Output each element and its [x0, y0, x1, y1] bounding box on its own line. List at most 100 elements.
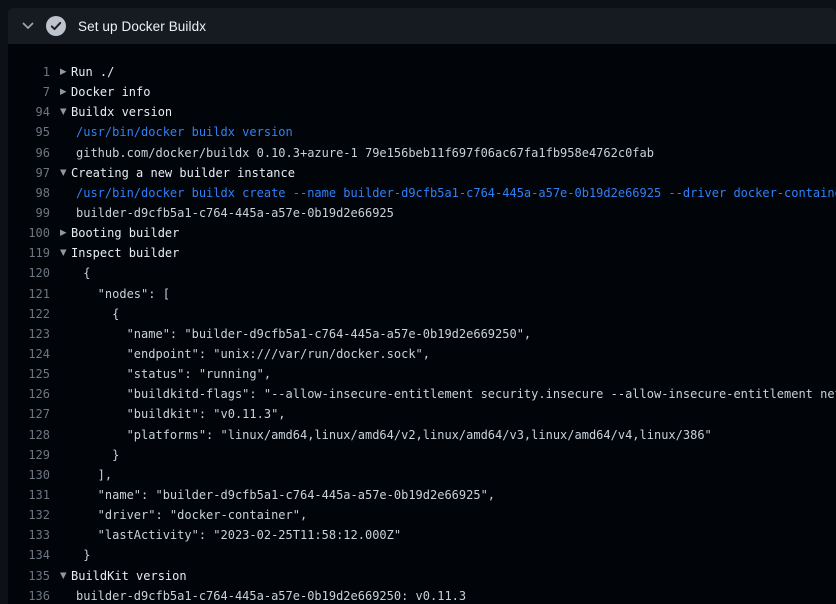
log-group-title: Buildx version	[71, 102, 836, 122]
line-number[interactable]: 127	[8, 404, 50, 424]
log-row: 120 {	[8, 263, 836, 283]
line-number[interactable]: 134	[8, 545, 50, 565]
line-number[interactable]: 126	[8, 384, 50, 404]
log-group-row[interactable]: 135 ▼ BuildKit version	[8, 566, 836, 586]
log-row: 129 }	[8, 445, 836, 465]
line-number[interactable]: 129	[8, 445, 50, 465]
step-title: Set up Docker Buildx	[78, 19, 206, 34]
caret-expanded-icon[interactable]: ▼	[60, 566, 71, 586]
caret-icon	[60, 445, 76, 465]
log-row: 125 "status": "running",	[8, 364, 836, 384]
log-group-row[interactable]: 7 ▶ Docker info	[8, 82, 836, 102]
log-group-row[interactable]: 1 ▶ Run ./	[8, 62, 836, 82]
caret-icon	[60, 344, 76, 364]
log-row: 136 builder-d9cfb5a1-c764-445a-a57e-0b19…	[8, 586, 836, 604]
log-row: 96 github.com/docker/buildx 0.10.3+azure…	[8, 143, 836, 163]
log-group-row[interactable]: 97 ▼ Creating a new builder instance	[8, 163, 836, 183]
caret-collapsed-icon[interactable]: ▶	[60, 62, 71, 82]
line-number[interactable]: 136	[8, 586, 50, 604]
line-number[interactable]: 95	[8, 122, 50, 142]
log-line-text: "status": "running",	[76, 364, 836, 384]
log-line-text: "name": "builder-d9cfb5a1-c764-445a-a57e…	[76, 485, 836, 505]
line-number[interactable]: 96	[8, 143, 50, 163]
line-number[interactable]: 97	[8, 163, 50, 183]
line-number[interactable]: 121	[8, 284, 50, 304]
line-number[interactable]: 130	[8, 465, 50, 485]
caret-icon	[60, 284, 76, 304]
caret-icon	[60, 525, 76, 545]
log-row: 126 "buildkitd-flags": "--allow-insecure…	[8, 384, 836, 404]
line-number[interactable]: 94	[8, 102, 50, 122]
log-row: 123 "name": "builder-d9cfb5a1-c764-445a-…	[8, 324, 836, 344]
caret-expanded-icon[interactable]: ▼	[60, 102, 71, 122]
line-number[interactable]: 100	[8, 223, 50, 243]
caret-icon	[60, 404, 76, 424]
log-line-text: "endpoint": "unix:///var/run/docker.sock…	[76, 344, 836, 364]
line-number[interactable]: 119	[8, 243, 50, 263]
caret-icon	[60, 183, 76, 203]
line-number[interactable]: 131	[8, 485, 50, 505]
caret-expanded-icon[interactable]: ▼	[60, 243, 71, 263]
step-container: Set up Docker Buildx 1 ▶ Run ./ 7 ▶ Dock…	[8, 8, 836, 604]
log-line-text: builder-d9cfb5a1-c764-445a-a57e-0b19d2e6…	[76, 586, 836, 604]
caret-collapsed-icon[interactable]: ▶	[60, 82, 71, 102]
line-number[interactable]: 99	[8, 203, 50, 223]
line-number[interactable]: 1	[8, 62, 50, 82]
line-number[interactable]: 133	[8, 525, 50, 545]
log-row: 122 {	[8, 304, 836, 324]
log-line-text: {	[76, 263, 836, 283]
chevron-down-icon[interactable]	[20, 18, 36, 34]
line-number[interactable]: 7	[8, 82, 50, 102]
log-row: 131 "name": "builder-d9cfb5a1-c764-445a-…	[8, 485, 836, 505]
log-output: 1 ▶ Run ./ 7 ▶ Docker info 94 ▼ Buildx v…	[8, 44, 836, 604]
caret-icon	[60, 304, 76, 324]
line-number[interactable]: 123	[8, 324, 50, 344]
log-line-text: "platforms": "linux/amd64,linux/amd64/v2…	[76, 425, 836, 445]
log-row: 121 "nodes": [	[8, 284, 836, 304]
log-row: 99 builder-d9cfb5a1-c764-445a-a57e-0b19d…	[8, 203, 836, 223]
log-line-text: "driver": "docker-container",	[76, 505, 836, 525]
caret-icon	[60, 425, 76, 445]
log-group-title: Run ./	[71, 62, 836, 82]
log-line-text: "buildkitd-flags": "--allow-insecure-ent…	[76, 384, 836, 404]
log-line-text: }	[76, 545, 836, 565]
log-row: 128 "platforms": "linux/amd64,linux/amd6…	[8, 425, 836, 445]
caret-icon	[60, 364, 76, 384]
line-number[interactable]: 124	[8, 344, 50, 364]
line-number[interactable]: 128	[8, 425, 50, 445]
log-row: 130 ],	[8, 465, 836, 485]
line-number[interactable]: 122	[8, 304, 50, 324]
log-row: 132 "driver": "docker-container",	[8, 505, 836, 525]
log-line-text: "buildkit": "v0.11.3",	[76, 404, 836, 424]
caret-icon	[60, 263, 76, 283]
log-row: 133 "lastActivity": "2023-02-25T11:58:12…	[8, 525, 836, 545]
log-line-text: /usr/bin/docker buildx version	[76, 122, 836, 142]
log-group-row[interactable]: 119 ▼ Inspect builder	[8, 243, 836, 263]
log-row: 98 /usr/bin/docker buildx create --name …	[8, 183, 836, 203]
log-group-row[interactable]: 100 ▶ Booting builder	[8, 223, 836, 243]
caret-icon	[60, 545, 76, 565]
caret-icon	[60, 465, 76, 485]
check-circle-icon	[46, 16, 66, 36]
log-line-text: "name": "builder-d9cfb5a1-c764-445a-a57e…	[76, 324, 836, 344]
log-line-text: "lastActivity": "2023-02-25T11:58:12.000…	[76, 525, 836, 545]
log-group-title: Inspect builder	[71, 243, 836, 263]
line-number[interactable]: 132	[8, 505, 50, 525]
log-group-row[interactable]: 94 ▼ Buildx version	[8, 102, 836, 122]
log-line-text: github.com/docker/buildx 0.10.3+azure-1 …	[76, 143, 836, 163]
log-group-title: BuildKit version	[71, 566, 836, 586]
step-header[interactable]: Set up Docker Buildx	[8, 8, 836, 44]
caret-icon	[60, 324, 76, 344]
line-number[interactable]: 125	[8, 364, 50, 384]
line-number[interactable]: 98	[8, 183, 50, 203]
caret-icon	[60, 505, 76, 525]
log-row: 95 /usr/bin/docker buildx version	[8, 122, 836, 142]
log-group-title: Docker info	[71, 82, 836, 102]
log-line-text: {	[76, 304, 836, 324]
log-line-text: ],	[76, 465, 836, 485]
caret-expanded-icon[interactable]: ▼	[60, 163, 71, 183]
caret-collapsed-icon[interactable]: ▶	[60, 223, 71, 243]
log-row: 134 }	[8, 545, 836, 565]
line-number[interactable]: 135	[8, 566, 50, 586]
line-number[interactable]: 120	[8, 263, 50, 283]
